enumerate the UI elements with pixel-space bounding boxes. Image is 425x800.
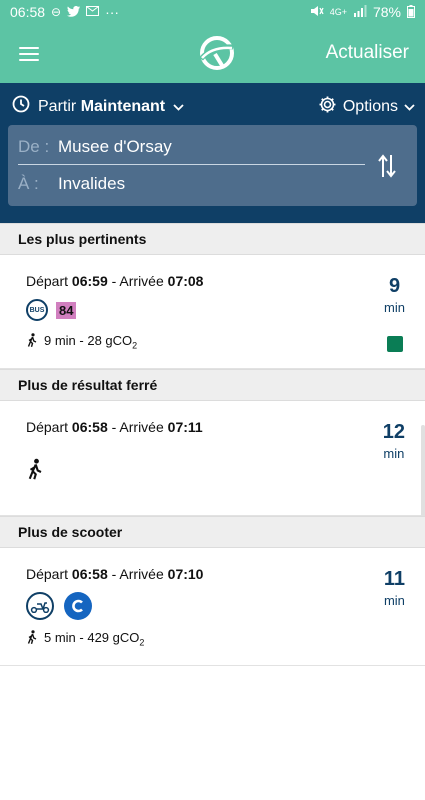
journey-times: Départ 06:58 - Arrivée 07:11 bbox=[26, 419, 203, 435]
twitter-icon bbox=[67, 5, 81, 19]
scooter-icon bbox=[26, 592, 54, 620]
journey-modes bbox=[26, 592, 92, 620]
cityscoot-icon bbox=[64, 592, 92, 620]
journey-duration: 9 min bbox=[384, 275, 405, 315]
gear-icon bbox=[318, 95, 337, 119]
bus-icon: BUS bbox=[26, 299, 48, 321]
journey-card[interactable]: Départ 06:59 - Arrivée 07:08 9 min BUS 8… bbox=[0, 255, 425, 369]
from-field[interactable]: De : Musee d'Orsay bbox=[18, 137, 172, 157]
to-label: À : bbox=[18, 174, 39, 193]
route-divider bbox=[18, 164, 365, 165]
depart-value: Maintenant bbox=[80, 97, 166, 115]
hamburger-icon bbox=[19, 46, 39, 61]
journey-times: Départ 06:58 - Arrivée 07:10 bbox=[26, 566, 204, 582]
journey-times: Départ 06:59 - Arrivée 07:08 bbox=[26, 273, 204, 289]
options-label: Options bbox=[342, 98, 398, 115]
section-header: Plus de résultat ferré bbox=[0, 369, 425, 401]
mute-icon bbox=[310, 5, 324, 19]
refresh-button[interactable]: Actualiser bbox=[326, 42, 409, 64]
journey-card[interactable]: Départ 06:58 - Arrivée 07:10 11 min 5 mi… bbox=[0, 548, 425, 666]
journey-modes bbox=[26, 457, 44, 484]
status-bar: 06:58 ⊖ ··· 4G+ 78% bbox=[0, 0, 425, 24]
journey-duration: 11 min bbox=[383, 568, 405, 608]
walk-icon bbox=[26, 457, 44, 484]
battery-level: 78% bbox=[372, 4, 401, 20]
chevron-down-icon bbox=[173, 100, 184, 114]
menu-button[interactable] bbox=[0, 24, 58, 83]
section-header: Plus de scooter bbox=[0, 516, 425, 548]
section-header: Les plus pertinents bbox=[0, 223, 425, 255]
journey-duration: 12 min bbox=[382, 421, 405, 461]
swap-icon[interactable] bbox=[375, 151, 399, 181]
walk-icon bbox=[26, 630, 38, 647]
trip-config: Partir Maintenant Options De : Musee d'O… bbox=[0, 83, 425, 223]
line-badge: 84 bbox=[56, 301, 77, 319]
options-button[interactable]: Options bbox=[318, 95, 415, 119]
app-bar: Actualiser bbox=[0, 24, 425, 83]
to-field[interactable]: À : Invalides bbox=[18, 174, 125, 194]
from-value: Musee d'Orsay bbox=[58, 137, 172, 156]
mail-icon bbox=[86, 6, 100, 18]
walk-icon bbox=[26, 333, 38, 350]
status-square bbox=[387, 336, 403, 352]
clock-icon bbox=[12, 95, 30, 118]
depart-prefix: Partir bbox=[38, 97, 77, 115]
journey-card[interactable]: Départ 06:58 - Arrivée 07:11 12 min bbox=[0, 401, 425, 516]
chevron-down-icon bbox=[404, 100, 415, 114]
route-box: De : Musee d'Orsay À : Invalides bbox=[8, 125, 417, 206]
network-type: 4G+ bbox=[329, 7, 347, 17]
walk-info: 9 min - 28 gCO2 bbox=[26, 333, 137, 351]
status-time: 06:58 bbox=[10, 4, 46, 20]
walk-info: 5 min - 429 gCO2 bbox=[26, 630, 144, 648]
ratp-logo bbox=[196, 32, 238, 74]
more-notifications-icon: ··· bbox=[105, 4, 120, 20]
depart-time-selector[interactable]: Partir Maintenant bbox=[12, 95, 184, 118]
to-value: Invalides bbox=[58, 174, 126, 193]
battery-icon bbox=[407, 4, 415, 20]
do-not-disturb-icon: ⊖ bbox=[51, 5, 62, 19]
from-label: De : bbox=[18, 137, 50, 156]
journey-modes: BUS 84 bbox=[26, 299, 77, 321]
signal-icon bbox=[353, 5, 367, 19]
